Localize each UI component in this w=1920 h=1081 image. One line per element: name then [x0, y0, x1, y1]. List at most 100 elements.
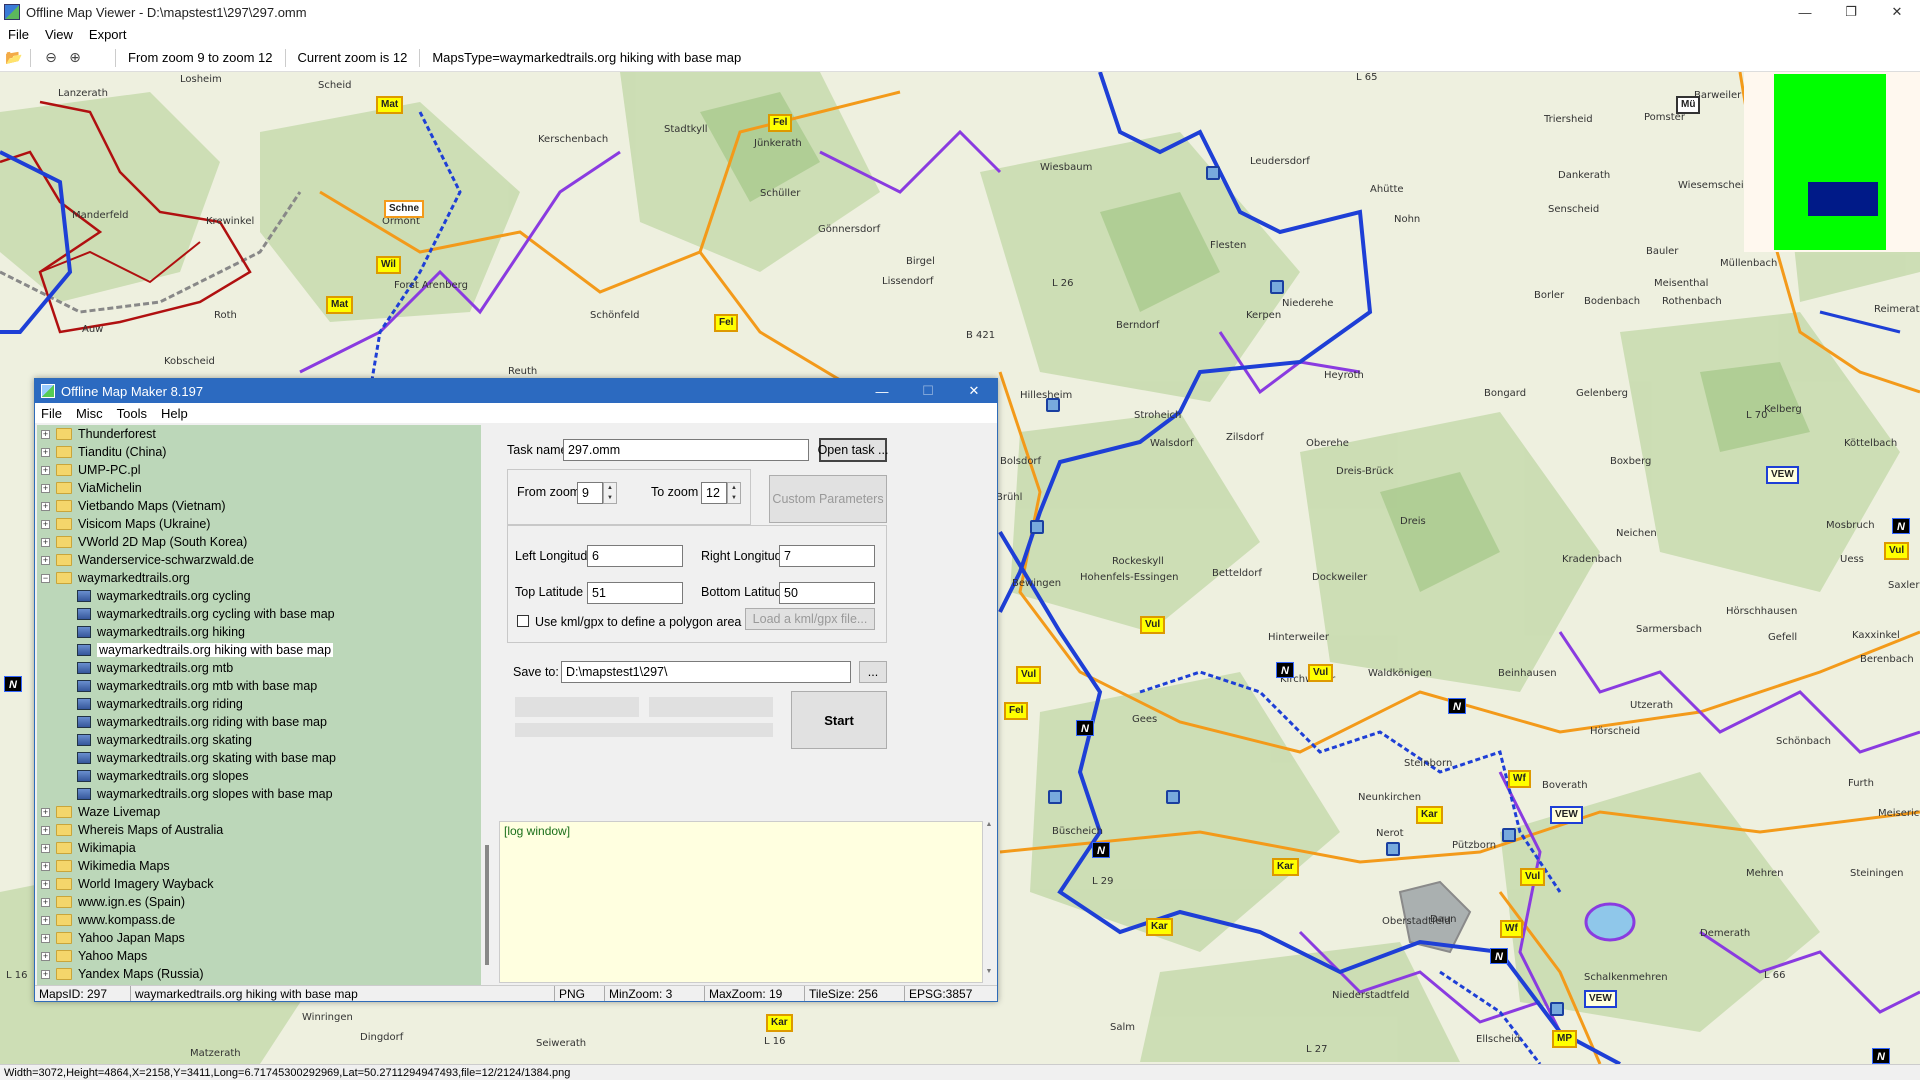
tree-folder-item[interactable]: + Visicom Maps (Ukraine) — [41, 515, 210, 533]
save-to-input[interactable]: D:\mapstest1\297\ — [561, 661, 851, 683]
scrollbar-thumb[interactable] — [485, 845, 489, 965]
trail-badge[interactable]: Kar — [1416, 806, 1443, 824]
trail-badge[interactable]: VEW — [1550, 806, 1583, 824]
n-route-icon[interactable]: N — [1892, 518, 1910, 534]
tree-map-item[interactable]: waymarkedtrails.org slopes with base map — [77, 785, 333, 803]
n-route-icon[interactable]: N — [1276, 662, 1294, 678]
custom-parameters-button[interactable]: Custom Parameters — [769, 475, 887, 523]
from-zoom-input[interactable]: 9 — [577, 482, 603, 504]
tree-folder-item[interactable]: + www.kompass.de — [41, 911, 175, 929]
tree-folder-item[interactable]: + Wanderservice-schwarzwald.de — [41, 551, 254, 569]
collapse-icon[interactable]: − — [41, 573, 50, 583]
top-latitude-input[interactable]: 51 — [587, 582, 683, 604]
trail-badge[interactable]: Vul — [1016, 666, 1042, 684]
trail-badge[interactable]: Vul — [1520, 868, 1546, 886]
expand-icon[interactable]: + — [41, 951, 50, 961]
tree-map-item[interactable]: waymarkedtrails.org skating with base ma… — [77, 749, 336, 767]
minimap-viewport[interactable] — [1808, 182, 1878, 216]
trail-badge[interactable]: Mat — [326, 296, 354, 314]
expand-icon[interactable]: + — [41, 519, 50, 529]
trail-badge[interactable]: Wf — [1500, 920, 1523, 938]
trail-marker-icon[interactable] — [1046, 398, 1060, 412]
menu-misc[interactable]: Misc — [76, 406, 103, 421]
log-scrollbar[interactable]: ▲ ▼ — [983, 821, 995, 983]
tree-folder-item[interactable]: + Yahoo Japan Maps — [41, 929, 185, 947]
trail-marker-icon[interactable] — [1270, 280, 1284, 294]
to-zoom-input[interactable]: 12 — [701, 482, 727, 504]
tree-folder-item[interactable]: + World Imagery Wayback — [41, 875, 213, 893]
expand-icon[interactable]: + — [41, 537, 50, 547]
expand-icon[interactable]: + — [41, 969, 50, 979]
tree-map-item[interactable]: waymarkedtrails.org mtb with base map — [77, 677, 317, 695]
close-icon[interactable]: ✕ — [1874, 0, 1920, 24]
expand-icon[interactable]: + — [41, 807, 50, 817]
trail-badge[interactable]: MP — [1552, 1030, 1577, 1048]
n-route-icon[interactable]: N — [1490, 948, 1508, 964]
tree-folder-item[interactable]: + www.ign.es (Spain) — [41, 893, 185, 911]
expand-icon[interactable]: + — [41, 915, 50, 925]
minimize-icon[interactable]: — — [859, 379, 905, 403]
menu-tools[interactable]: Tools — [117, 406, 147, 421]
n-route-icon[interactable]: N — [1448, 698, 1466, 714]
trail-marker-icon[interactable] — [1048, 790, 1062, 804]
left-longitude-input[interactable]: 6 — [587, 545, 683, 567]
restore-icon[interactable]: ❐ — [1828, 0, 1874, 24]
minimize-icon[interactable]: — — [1782, 0, 1828, 24]
expand-icon[interactable]: + — [41, 555, 50, 565]
maker-title-bar[interactable]: Offline Map Maker 8.197 — ☐ ✕ — [35, 379, 997, 403]
trail-badge[interactable]: Mü — [1676, 96, 1701, 114]
trail-badge[interactable]: Vul — [1308, 664, 1334, 682]
expand-icon[interactable]: + — [41, 483, 50, 493]
tree-map-item[interactable]: waymarkedtrails.org riding — [77, 695, 243, 713]
tree-folder-item[interactable]: + Tianditu (China) — [41, 443, 166, 461]
n-route-icon[interactable]: N — [4, 676, 22, 692]
trail-marker-icon[interactable] — [1030, 520, 1044, 534]
trail-badge[interactable]: Kar — [766, 1014, 793, 1032]
tree-map-item[interactable]: waymarkedtrails.org hiking — [77, 623, 245, 641]
zoom-out-icon[interactable]: ⊖ — [41, 48, 61, 68]
right-longitude-input[interactable]: 7 — [779, 545, 875, 567]
expand-icon[interactable]: + — [41, 465, 50, 475]
trail-badge[interactable]: Mat — [376, 96, 404, 114]
expand-icon[interactable]: + — [41, 501, 50, 511]
expand-icon[interactable]: + — [41, 879, 50, 889]
log-window[interactable]: [log window] — [499, 821, 983, 983]
trail-badge[interactable]: Kar — [1146, 918, 1173, 936]
n-route-icon[interactable]: N — [1872, 1048, 1890, 1064]
menu-view[interactable]: View — [45, 27, 73, 42]
tree-folder-item[interactable]: + Whereis Maps of Australia — [41, 821, 223, 839]
minimap[interactable] — [1744, 72, 1920, 252]
browse-folder-button[interactable]: ... — [859, 661, 887, 683]
tree-folder-item[interactable]: + Yandex Maps (Russia) — [41, 965, 204, 983]
tree-folder-item[interactable]: + Wikimedia Maps — [41, 857, 170, 875]
zoom-in-icon[interactable]: ⊕ — [65, 48, 85, 68]
start-button[interactable]: Start — [791, 691, 887, 749]
tree-map-item[interactable]: waymarkedtrails.org hiking with base map — [77, 641, 334, 659]
trail-badge[interactable]: Kar — [1272, 858, 1299, 876]
kml-polygon-checkbox[interactable] — [517, 615, 529, 627]
tree-folder-item[interactable]: − waymarkedtrails.org — [41, 569, 190, 587]
menu-export[interactable]: Export — [89, 27, 127, 42]
trail-badge[interactable]: Vul — [1884, 542, 1910, 560]
tree-folder-item[interactable]: + Wikimapia — [41, 839, 136, 857]
from-zoom-spinner[interactable]: ▲ ▼ — [603, 482, 617, 504]
tree-map-item[interactable]: waymarkedtrails.org riding with base map — [77, 713, 327, 731]
maximize-icon[interactable]: ☐ — [905, 379, 951, 403]
tree-folder-item[interactable]: + VWorld 2D Map (South Korea) — [41, 533, 247, 551]
trail-marker-icon[interactable] — [1206, 166, 1220, 180]
trail-marker-icon[interactable] — [1386, 842, 1400, 856]
expand-icon[interactable]: + — [41, 861, 50, 871]
tree-folder-item[interactable]: + Thunderforest — [41, 425, 156, 443]
expand-icon[interactable]: + — [41, 933, 50, 943]
tree-folder-item[interactable]: + ViaMichelin — [41, 479, 142, 497]
trail-badge[interactable]: Wf — [1508, 770, 1531, 788]
task-name-input[interactable]: 297.omm — [563, 439, 809, 461]
menu-file[interactable]: File — [8, 27, 29, 42]
trail-badge[interactable]: Fel — [1004, 702, 1029, 720]
bottom-latitude-input[interactable]: 50 — [779, 582, 875, 604]
tree-map-item[interactable]: waymarkedtrails.org mtb — [77, 659, 233, 677]
n-route-icon[interactable]: N — [1092, 842, 1110, 858]
trail-badge[interactable]: Fel — [714, 314, 739, 332]
trail-badge[interactable]: Fel — [768, 114, 793, 132]
open-folder-icon[interactable]: 📂 — [4, 48, 24, 68]
